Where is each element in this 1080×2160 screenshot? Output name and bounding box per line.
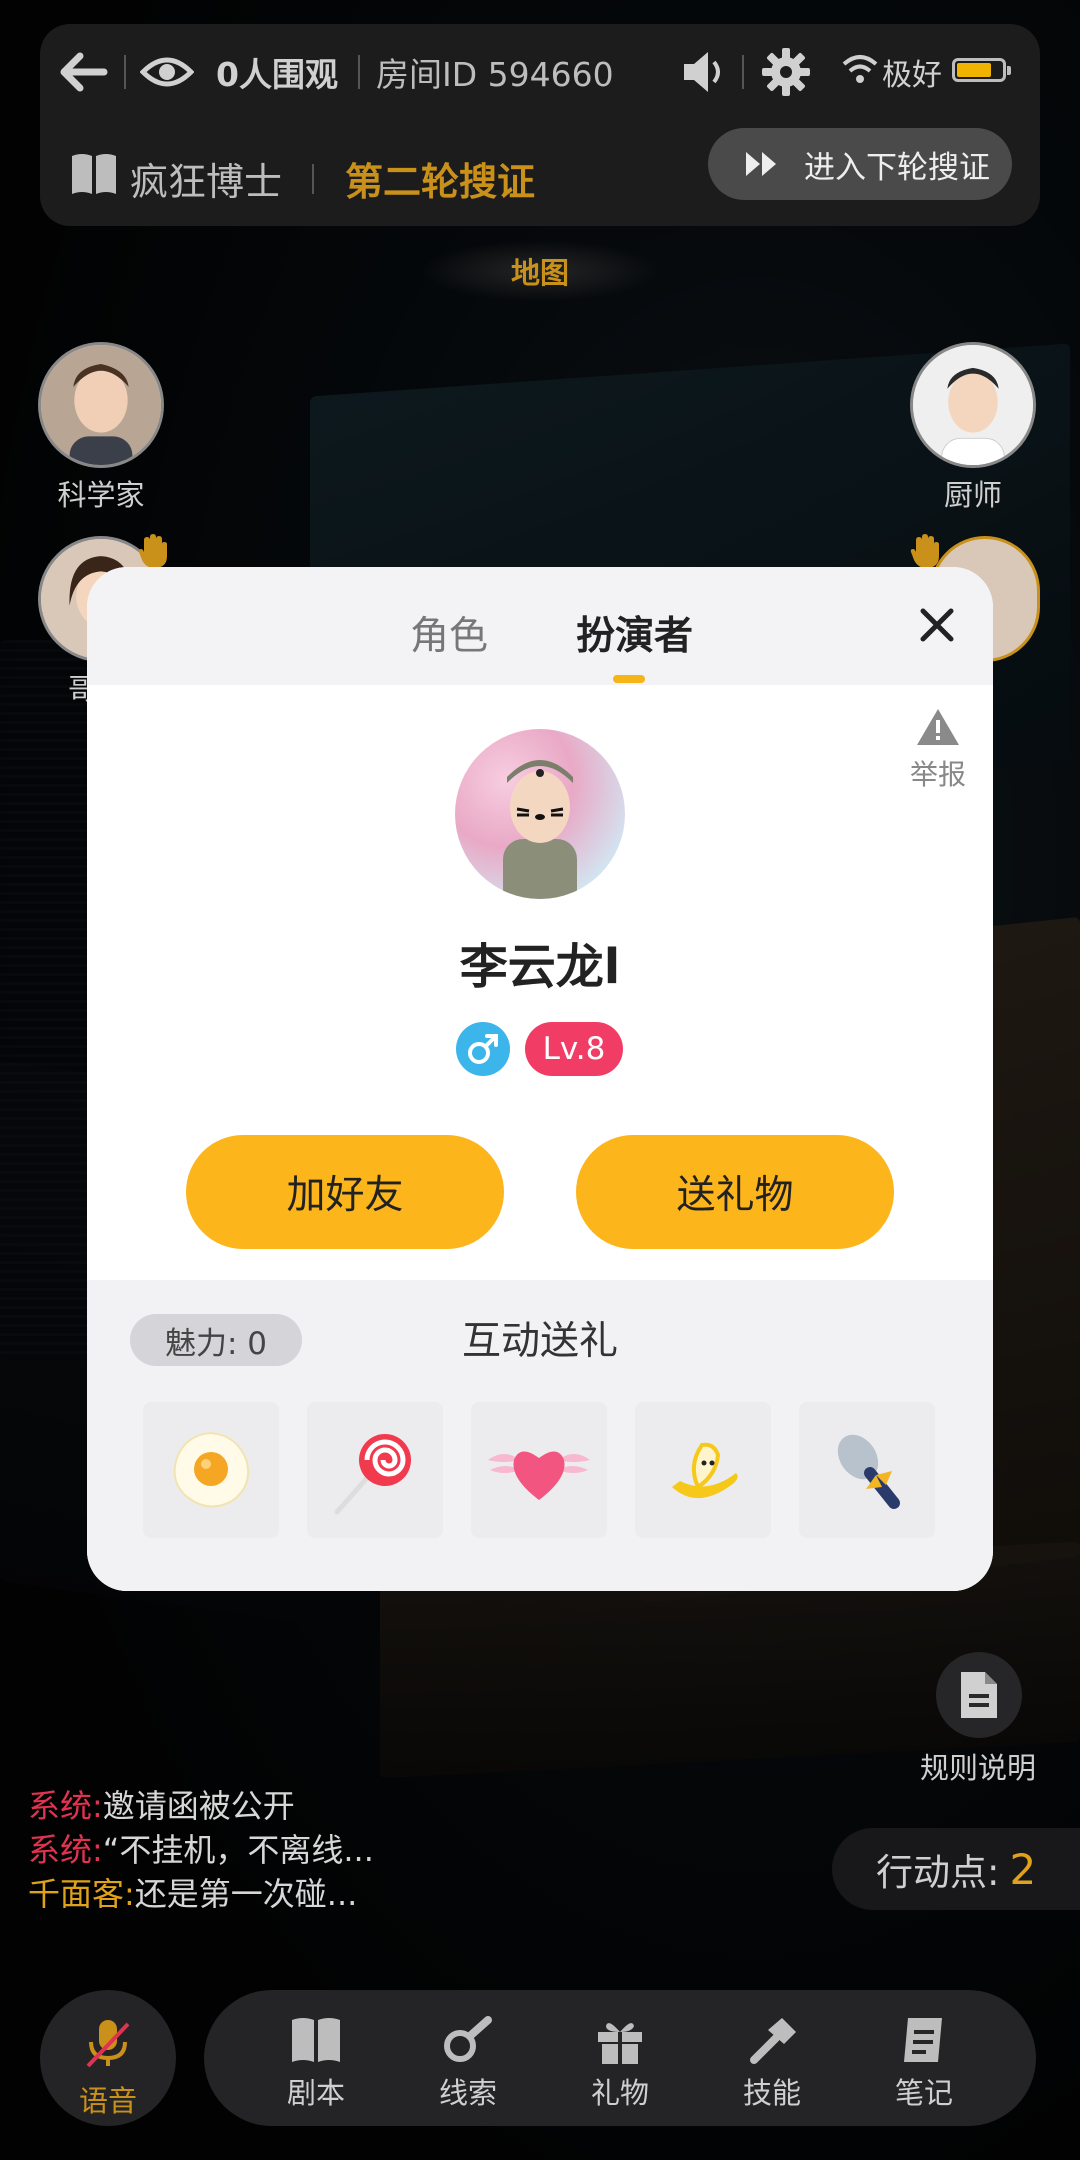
send-gift-button[interactable]: 送礼物 — [576, 1135, 894, 1249]
interactive-gift-title: 互动送礼 — [461, 1319, 618, 1364]
gift-item-egg[interactable] — [143, 1402, 279, 1538]
nav-label: 线索 — [438, 2076, 497, 2110]
eye-icon — [140, 52, 194, 92]
notes-icon — [904, 2018, 942, 2062]
raise-hand-icon — [910, 534, 940, 568]
chat-sender: 系统: — [28, 1831, 103, 1869]
nav-label: 笔记 — [894, 2076, 953, 2110]
fast-forward-icon — [746, 152, 776, 176]
viewer-count: 0人围观 — [216, 55, 338, 94]
battery-icon — [952, 58, 1011, 82]
male-gender-icon — [456, 1022, 510, 1076]
book-icon — [292, 2018, 340, 2062]
banana-icon — [672, 1442, 738, 1499]
next-round-button[interactable]: 进入下轮搜证 — [708, 128, 1012, 200]
chat-text: 邀请函被公开 — [102, 1787, 295, 1825]
magnifier-icon — [444, 2016, 492, 2062]
winged-heart-icon — [488, 1451, 590, 1500]
raise-hand-icon — [138, 534, 168, 568]
dialog-tab-bar: 角色 扮演者 — [87, 567, 993, 685]
chat-text: “不挂机，不离线... — [102, 1831, 374, 1869]
warning-icon — [917, 709, 959, 745]
gear-icon[interactable] — [760, 46, 812, 98]
rules-label: 规则说明 — [920, 1751, 1037, 1785]
chat-log: 系统:邀请函被公开 系统:“不挂机，不离线... 千面客:还是第一次碰... — [28, 1784, 374, 1916]
report-button[interactable]: 举报 — [903, 707, 973, 793]
chat-message: 千面客:还是第一次碰... — [28, 1872, 374, 1916]
voice-label: 语音 — [78, 2084, 137, 2118]
nav-clues[interactable]: 线索 — [408, 1990, 528, 2126]
bottom-nav: 剧本 线索 礼物 技能 笔记 — [204, 1990, 1036, 2126]
gift-item-microphone[interactable] — [799, 1402, 935, 1538]
next-round-label: 进入下轮搜证 — [804, 149, 990, 186]
action-points: 行动点: 2 — [832, 1828, 1080, 1910]
gift-item-heart[interactable] — [471, 1402, 607, 1538]
player-seat-chef[interactable]: 厨师 — [910, 342, 1036, 514]
nav-gifts[interactable]: 礼物 — [560, 1990, 680, 2126]
egg-icon — [173, 1431, 250, 1508]
microphone-icon — [837, 1434, 900, 1509]
signal-quality: 极好 — [882, 58, 942, 93]
map-tab[interactable]: 地图 — [420, 240, 660, 302]
avatar — [910, 342, 1036, 468]
tab-actor[interactable]: 扮演者 — [576, 605, 693, 661]
hammer-icon — [750, 2018, 796, 2064]
nav-label: 技能 — [742, 2076, 801, 2110]
add-friend-button[interactable]: 加好友 — [186, 1135, 504, 1249]
tab-role[interactable]: 角色 — [410, 605, 488, 661]
wifi-icon — [842, 54, 878, 84]
script-name: 疯狂博士 — [130, 160, 283, 204]
profile-avatar — [455, 729, 625, 899]
player-seat-scientist[interactable]: 科学家 — [38, 342, 164, 514]
nav-label: 礼物 — [590, 2076, 649, 2110]
nav-label: 剧本 — [286, 2076, 345, 2110]
gift-icon — [598, 2023, 642, 2064]
lollipop-icon — [334, 1434, 411, 1515]
battery-level — [957, 63, 991, 77]
gift-list — [143, 1402, 943, 1538]
active-tab-indicator — [613, 675, 645, 683]
chat-sender: 千面客: — [28, 1875, 135, 1913]
room-header: 0人围观 房间ID 594660 极好 疯狂博士 第二轮搜证 进入下轮搜证 — [40, 24, 1040, 226]
username: 李云龙l — [459, 939, 621, 995]
action-points-value: 2 — [1009, 1844, 1037, 1894]
round-title: 第二轮搜证 — [345, 160, 536, 204]
nav-script[interactable]: 剧本 — [256, 1990, 376, 2126]
rules-button[interactable] — [936, 1652, 1022, 1738]
chat-message: 系统:“不挂机，不离线... — [28, 1828, 374, 1872]
level-badge: Lv.8 — [525, 1022, 623, 1076]
room-id: 房间ID 594660 — [376, 55, 614, 94]
report-label: 举报 — [909, 758, 966, 791]
player-name: 厨师 — [943, 478, 1002, 512]
action-points-label: 行动点: — [876, 1851, 1000, 1894]
book-icon — [70, 152, 118, 196]
player-name: 科学家 — [57, 478, 145, 512]
nav-skills[interactable]: 技能 — [712, 1990, 832, 2126]
gift-item-banana[interactable] — [635, 1402, 771, 1538]
speaker-icon[interactable] — [680, 48, 730, 96]
player-profile-dialog: 角色 扮演者 举报 李云龙l Lv.8 加好友 送礼物 魅力: 0 互动送礼 — [87, 567, 993, 1591]
chat-message: 系统:邀请函被公开 — [28, 1784, 374, 1828]
chat-text: 还是第一次碰... — [134, 1875, 358, 1913]
close-icon[interactable] — [915, 603, 959, 647]
microphone-muted-icon — [86, 2020, 130, 2068]
nav-notes[interactable]: 笔记 — [864, 1990, 984, 2126]
back-arrow-icon[interactable] — [58, 52, 108, 92]
gift-item-lollipop[interactable] — [307, 1402, 443, 1538]
document-icon — [961, 1672, 997, 1718]
interactive-gift-panel: 魅力: 0 互动送礼 — [87, 1280, 993, 1591]
avatar — [38, 342, 164, 468]
voice-button[interactable]: 语音 — [40, 1990, 176, 2126]
chat-sender: 系统: — [28, 1787, 103, 1825]
